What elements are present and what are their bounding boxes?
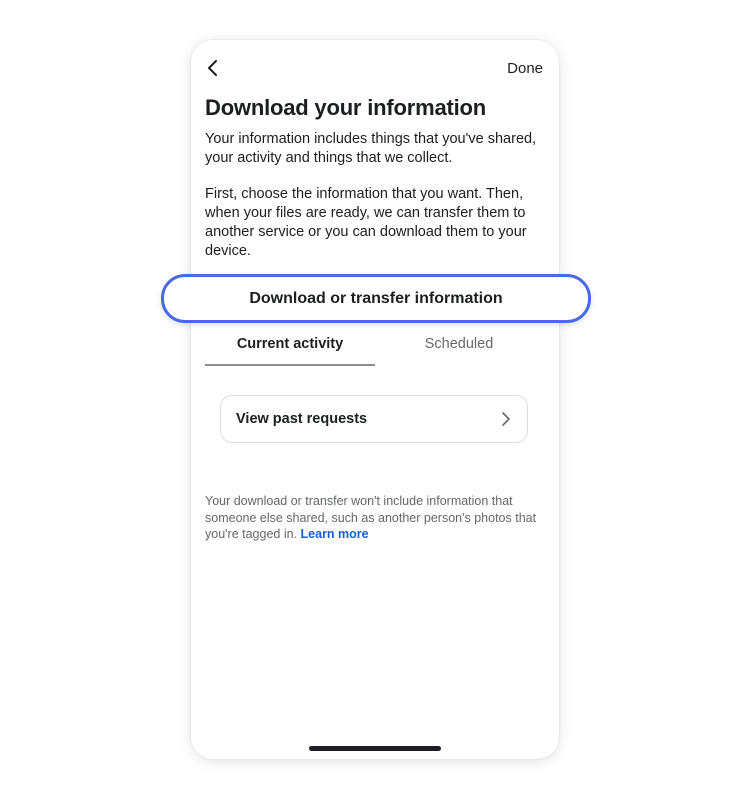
chevron-right-icon: [501, 411, 511, 427]
download-or-transfer-button[interactable]: Download or transfer information: [161, 274, 591, 323]
activity-tabs: Current activity Scheduled: [205, 336, 543, 366]
phone-screen: Done Download your information Your info…: [191, 40, 559, 759]
disclaimer-note: Your download or transfer won't include …: [205, 493, 545, 543]
tab-scheduled[interactable]: Scheduled: [375, 336, 543, 364]
view-past-requests-label: View past requests: [236, 411, 368, 427]
instructions-text: First, choose the information that you w…: [205, 186, 527, 259]
page-title: Download your information: [205, 95, 486, 120]
intro-text: Your information includes things that yo…: [205, 131, 537, 166]
download-or-transfer-label: Download or transfer information: [249, 289, 503, 307]
view-past-requests-button[interactable]: View past requests: [220, 395, 528, 443]
done-button[interactable]: Done: [507, 60, 543, 77]
back-chevron-icon[interactable]: [205, 58, 221, 78]
disclaimer-text: Your download or transfer won't include …: [205, 494, 537, 541]
tab-current-activity[interactable]: Current activity: [205, 336, 375, 366]
home-indicator: [309, 746, 441, 751]
learn-more-link[interactable]: Learn more: [301, 527, 369, 541]
